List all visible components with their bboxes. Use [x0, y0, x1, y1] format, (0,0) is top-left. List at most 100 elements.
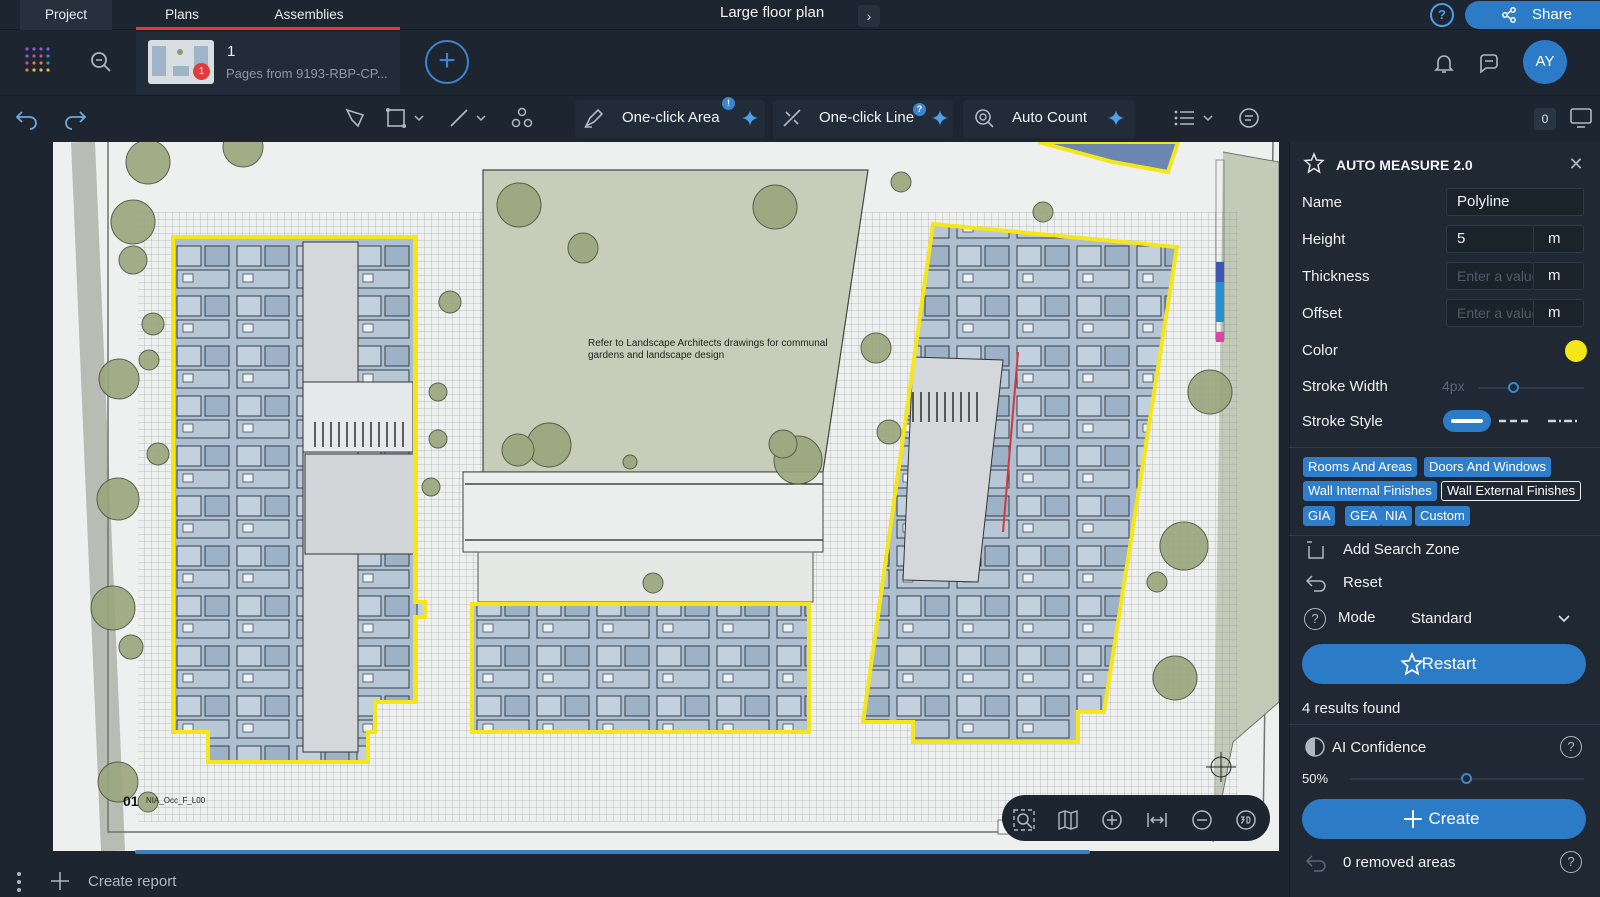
auto-measure-icon — [1400, 652, 1424, 676]
sparkle-icon — [742, 110, 758, 126]
offset-label: Offset — [1302, 305, 1342, 322]
search-icon[interactable] — [89, 50, 113, 74]
reset-button[interactable]: Reset — [1343, 574, 1382, 591]
more-vertical-icon[interactable] — [16, 871, 22, 893]
count-tool-icon[interactable] — [510, 106, 534, 130]
plus-icon[interactable] — [48, 869, 72, 893]
thickness-label: Thickness — [1302, 268, 1370, 285]
divider — [1289, 447, 1600, 448]
3d-view-icon[interactable] — [1234, 808, 1258, 832]
help-button[interactable]: ? — [1430, 3, 1454, 27]
drawing-label: 01 — [123, 793, 139, 809]
height-field[interactable]: 5 — [1446, 225, 1534, 253]
stroke-width-handle[interactable] — [1508, 382, 1519, 393]
polygon-tool-icon[interactable] — [343, 106, 367, 130]
zoom-fit-icon[interactable] — [1012, 808, 1036, 832]
rectangle-tool-icon[interactable] — [384, 106, 428, 130]
create-report-link[interactable]: Create report — [88, 873, 176, 890]
name-field[interactable]: Polyline — [1446, 188, 1584, 216]
zoom-in-icon[interactable] — [1100, 808, 1124, 832]
share-label: Share — [1532, 6, 1573, 23]
height-label: Height — [1302, 231, 1346, 248]
ai-confidence-help-icon[interactable]: ? — [1560, 736, 1582, 758]
zoom-out-icon[interactable] — [1190, 808, 1214, 832]
mode-select[interactable]: Standard — [1398, 604, 1584, 634]
add-page-button[interactable]: + — [425, 40, 469, 84]
fit-width-icon[interactable] — [1145, 808, 1169, 832]
panel-title: AUTO MEASURE 2.0 — [1336, 157, 1473, 173]
document-title: Large floor plan — [720, 4, 825, 21]
name-label: Name — [1302, 194, 1343, 211]
auto-measure-icon — [1303, 152, 1325, 174]
stroke-style-dash-dot[interactable] — [1546, 414, 1582, 428]
chevron-down-icon — [1558, 615, 1570, 623]
plus-icon — [1404, 810, 1422, 828]
add-search-zone-button[interactable]: Add Search Zone — [1343, 541, 1460, 558]
ai-confidence-value: 50% — [1302, 771, 1329, 786]
left-rail — [0, 142, 53, 854]
tab-project[interactable]: Project — [20, 0, 112, 30]
thickness-field[interactable]: Enter a value — [1446, 262, 1534, 290]
selection-count: 0 — [1534, 108, 1556, 130]
thickness-unit-select[interactable]: m — [1534, 262, 1584, 290]
area-pen-icon — [584, 108, 604, 128]
monitor-icon[interactable] — [1568, 106, 1594, 130]
notification-bell-icon[interactable] — [1432, 51, 1456, 75]
share-button[interactable]: Share — [1465, 1, 1600, 29]
auto-count-icon — [975, 109, 994, 128]
landscape-note-text: Refer to Landscape Architects drawings f… — [588, 338, 828, 361]
removed-areas-help-icon[interactable]: ? — [1560, 851, 1582, 873]
floor-plan-canvas[interactable] — [53, 142, 1279, 851]
category-chip[interactable]: Wall Internal Finishes — [1303, 481, 1437, 501]
stroke-style-dashed[interactable] — [1497, 414, 1533, 428]
sparkle-icon — [932, 110, 948, 126]
restart-button[interactable]: Restart — [1302, 644, 1586, 684]
reset-icon — [1305, 575, 1326, 592]
category-chip[interactable]: Custom — [1415, 506, 1470, 526]
category-chip[interactable]: NIA — [1380, 506, 1412, 526]
comments-icon[interactable] — [1477, 52, 1501, 76]
sparkle-icon — [1108, 110, 1124, 126]
user-avatar[interactable]: AY — [1523, 40, 1567, 84]
page-notification-badge: 1 — [193, 63, 210, 80]
create-button[interactable]: Create — [1302, 799, 1586, 839]
line-tool-icon[interactable] — [447, 106, 491, 130]
removed-areas-count: 0 removed areas — [1343, 854, 1456, 871]
list-view-icon[interactable] — [1172, 106, 1220, 130]
category-chip[interactable]: Rooms And Areas — [1303, 457, 1418, 477]
ai-confidence-handle[interactable] — [1461, 773, 1472, 784]
area-info-badge: ! — [722, 97, 735, 110]
mode-select-value: Standard — [1411, 610, 1472, 627]
offset-unit-select[interactable]: m — [1534, 299, 1584, 327]
stroke-width-slider[interactable] — [1478, 387, 1584, 389]
share-icon — [1502, 7, 1516, 23]
one-click-area-label: One-click Area — [622, 109, 720, 126]
category-chip[interactable]: Doors And Windows — [1424, 457, 1552, 477]
close-icon[interactable]: ✕ — [1565, 153, 1587, 175]
category-chip[interactable]: Wall External Finishes — [1441, 481, 1582, 501]
category-chip[interactable]: GEA — [1345, 506, 1383, 526]
apps-grid-icon[interactable] — [24, 46, 56, 78]
confidence-icon — [1305, 737, 1325, 757]
divider — [1289, 535, 1600, 536]
search-zone-icon — [1307, 541, 1324, 559]
map-icon[interactable] — [1056, 808, 1080, 832]
color-swatch[interactable] — [1565, 340, 1587, 362]
page-number: 1 — [227, 43, 236, 60]
category-chip[interactable]: GIA — [1303, 506, 1336, 526]
redo-icon[interactable] — [62, 106, 88, 130]
stroke-style-solid[interactable] — [1443, 410, 1491, 432]
drawing-sublabel: NIA_Occ_F_L00 — [146, 796, 206, 805]
tab-assemblies[interactable]: Assemblies — [218, 0, 400, 30]
annotation-icon[interactable] — [1237, 106, 1261, 130]
height-unit-select[interactable]: m — [1534, 225, 1584, 253]
tab-plans[interactable]: Plans — [136, 0, 228, 30]
stroke-width-value: 4px — [1442, 378, 1465, 394]
stroke-width-label: Stroke Width — [1302, 378, 1388, 395]
chevron-right-icon[interactable]: › — [858, 5, 880, 27]
offset-field[interactable]: Enter a value — [1446, 299, 1534, 327]
undo-icon[interactable] — [14, 106, 40, 130]
stroke-style-label: Stroke Style — [1302, 413, 1383, 430]
vertical-scrollbar[interactable] — [1281, 142, 1285, 854]
mode-help-icon[interactable]: ? — [1304, 608, 1326, 630]
